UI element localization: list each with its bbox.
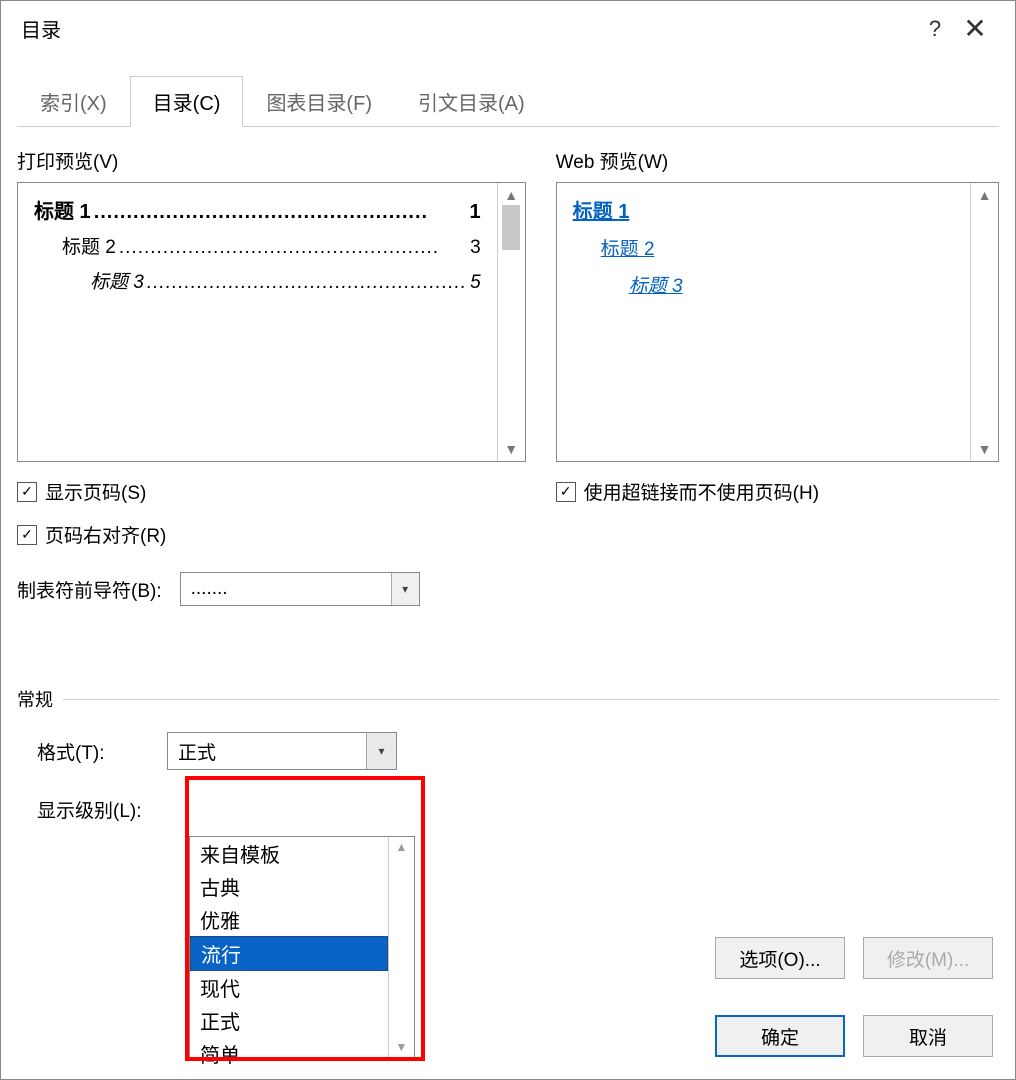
format-option-modern[interactable]: 现代 (190, 971, 388, 1004)
web-entry-1: 标题 1 (573, 195, 954, 224)
use-hyperlinks-checkbox[interactable]: ✓ 使用超链接而不使用页码(H) (556, 478, 999, 505)
print-preview-box: 标题 1....................................… (17, 182, 526, 462)
chevron-up-icon: ▲ (504, 187, 518, 203)
tab-panel-toc: 打印预览(V) 标题 1............................… (17, 127, 999, 828)
format-option-classic[interactable]: 古典 (190, 870, 388, 903)
help-icon[interactable]: ? (915, 16, 955, 42)
format-option-from-template[interactable]: 来自模板 (190, 837, 388, 870)
right-align-label: 页码右对齐(R) (45, 521, 166, 548)
print-preview-scrollbar[interactable]: ▲ ▼ (497, 183, 525, 461)
toc-entry-3: 标题 3....................................… (34, 267, 481, 294)
tab-leader-combo[interactable]: ....... ▾ (180, 572, 420, 606)
tab-index[interactable]: 索引(X) (17, 76, 130, 126)
format-combo[interactable]: 正式 ▾ (167, 732, 397, 770)
show-page-numbers-label: 显示页码(S) (45, 478, 146, 505)
format-option-elegant[interactable]: 优雅 (190, 903, 388, 936)
chevron-up-icon: ▲ (396, 840, 408, 854)
check-icon: ✓ (17, 525, 37, 545)
dialog-window: 目录 ? ✕ 索引(X) 目录(C) 图表目录(F) 引文目录(A) 打印预览(… (0, 0, 1016, 1080)
toc-entry-1: 标题 1....................................… (34, 195, 481, 224)
web-entry-3: 标题 3 (573, 271, 954, 298)
tab-toc[interactable]: 目录(C) (130, 76, 244, 127)
format-dropdown[interactable]: 来自模板 古典 优雅 流行 现代 正式 简单 ▲ ▼ (189, 836, 415, 1058)
tab-citations[interactable]: 引文目录(A) (395, 76, 548, 126)
format-selected: 正式 (168, 738, 366, 765)
chevron-down-icon: ▼ (978, 441, 992, 457)
web-entry-2: 标题 2 (573, 234, 954, 261)
right-align-checkbox[interactable]: ✓ 页码右对齐(R) (17, 521, 526, 548)
print-preview-label: 打印预览(V) (17, 147, 526, 174)
show-levels-label: 显示级别(L): (37, 796, 147, 823)
options-button[interactable]: 选项(O)... (715, 937, 845, 979)
tab-leader-row: 制表符前导符(B): ....... ▾ (17, 572, 526, 606)
chevron-down-icon: ▼ (396, 1040, 408, 1054)
modify-button: 修改(M)... (863, 937, 993, 979)
general-group: 常规 (17, 686, 999, 712)
chevron-down-icon: ▼ (504, 441, 518, 457)
dropdown-scrollbar[interactable]: ▲ ▼ (388, 837, 414, 1057)
use-hyperlinks-label: 使用超链接而不使用页码(H) (584, 478, 819, 505)
close-icon[interactable]: ✕ (955, 12, 995, 45)
tab-leader-value: ....... (181, 578, 391, 600)
dialog-title: 目录 (21, 14, 915, 43)
tab-strip: 索引(X) 目录(C) 图表目录(F) 引文目录(A) (17, 76, 999, 127)
format-label: 格式(T): (37, 738, 147, 765)
tab-figures[interactable]: 图表目录(F) (243, 76, 395, 126)
general-label: 常规 (17, 686, 53, 712)
format-option-formal[interactable]: 正式 (190, 1004, 388, 1037)
format-option-simple[interactable]: 简单 (190, 1037, 388, 1070)
dialog-content: 索引(X) 目录(C) 图表目录(F) 引文目录(A) 打印预览(V) 标题 1… (1, 56, 1015, 1079)
chevron-down-icon: ▾ (391, 573, 419, 605)
chevron-up-icon: ▲ (978, 187, 992, 203)
cancel-button[interactable]: 取消 (863, 1015, 993, 1057)
web-preview-box: 标题 1 标题 2 标题 3 ▲ ▼ (556, 182, 999, 462)
chevron-down-icon: ▾ (366, 733, 396, 769)
tab-leader-label: 制表符前导符(B): (17, 576, 162, 603)
format-option-fancy[interactable]: 流行 (190, 936, 388, 971)
web-preview-label: Web 预览(W) (556, 147, 999, 174)
title-bar: 目录 ? ✕ (1, 1, 1015, 56)
check-icon: ✓ (17, 482, 37, 502)
show-page-numbers-checkbox[interactable]: ✓ 显示页码(S) (17, 478, 526, 505)
toc-entry-2: 标题 2....................................… (34, 232, 481, 259)
check-icon: ✓ (556, 482, 576, 502)
scrollbar-thumb[interactable] (502, 205, 520, 250)
format-dropdown-items: 来自模板 古典 优雅 流行 现代 正式 简单 (190, 837, 388, 1057)
ok-button[interactable]: 确定 (715, 1015, 845, 1057)
divider (63, 699, 999, 700)
web-preview-scrollbar[interactable]: ▲ ▼ (970, 183, 998, 461)
